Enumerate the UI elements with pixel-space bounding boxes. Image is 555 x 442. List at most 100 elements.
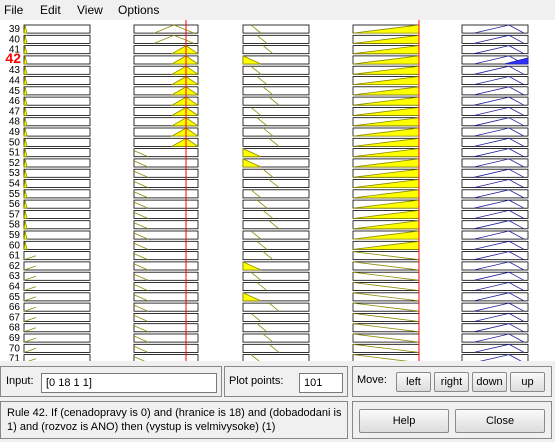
rule-cell xyxy=(461,282,529,292)
rule-cell xyxy=(133,302,199,312)
rule-cell xyxy=(461,240,529,250)
rule-cell xyxy=(23,302,91,312)
rule-cell xyxy=(133,209,199,219)
rule-cell xyxy=(23,333,91,343)
rule-cell xyxy=(133,271,199,281)
rule-cell xyxy=(461,179,529,189)
rule-cell xyxy=(242,137,310,147)
rule-cell xyxy=(242,179,310,189)
close-button[interactable]: Close xyxy=(455,409,545,433)
rule-cell xyxy=(461,220,529,230)
move-right-button[interactable]: right xyxy=(434,372,469,392)
rule-number: 71 xyxy=(9,354,21,361)
rule-cell xyxy=(23,220,91,230)
move-down-button[interactable]: down xyxy=(472,372,507,392)
rule-cell xyxy=(23,158,91,168)
rule-cell xyxy=(133,199,199,209)
rule-cell xyxy=(133,292,199,302)
plot-points-label: Plot points: xyxy=(229,375,284,387)
rule-cell xyxy=(23,96,91,106)
rule-cell xyxy=(23,271,91,281)
input-label: Input: xyxy=(6,375,34,387)
rule-cell xyxy=(242,209,310,219)
rule-cell xyxy=(461,96,529,106)
rule-cell xyxy=(23,137,91,147)
rule-cell xyxy=(242,220,310,230)
input-panel: Input: [0 18 1 1] xyxy=(0,366,222,397)
rule-cell xyxy=(461,148,529,158)
buttons-panel: Help Close xyxy=(352,401,552,439)
rule-cell xyxy=(23,86,91,96)
rule-cell xyxy=(23,148,91,158)
rule-cell xyxy=(133,179,199,189)
rule-cell xyxy=(23,65,91,75)
rule-cell xyxy=(461,199,529,209)
plot-points-panel: Plot points: 101 xyxy=(224,366,348,397)
rule-cell xyxy=(242,354,310,361)
rule-cell xyxy=(23,251,91,261)
rule-plots: 3940414243444546474849505152535455565758… xyxy=(5,20,529,361)
rule-cell xyxy=(461,86,529,96)
rule-cell xyxy=(23,117,91,127)
rule-cell xyxy=(461,209,529,219)
rule-cell xyxy=(133,282,199,292)
rule-cell xyxy=(133,354,199,361)
rule-cell xyxy=(23,209,91,219)
rule-viewer-plot-area: 39 40 41 42 43 44 45 46 47 48 49 50 51 52 53 54 55 56 57 58… xyxy=(0,20,555,361)
rule-cell xyxy=(133,333,199,343)
rule-cell xyxy=(133,323,199,333)
move-left-button[interactable]: left xyxy=(396,372,431,392)
rule-cell xyxy=(23,24,91,34)
rule-cell xyxy=(133,168,199,178)
rule-cell xyxy=(242,282,310,292)
rule-cell xyxy=(242,240,310,250)
rule-cell xyxy=(461,137,529,147)
menu-edit[interactable]: Edit xyxy=(40,3,61,17)
rule-cell xyxy=(23,282,91,292)
rule-cell xyxy=(23,55,91,65)
rule-cell xyxy=(242,333,310,343)
menu-options[interactable]: Options xyxy=(118,3,159,17)
rule-cell xyxy=(461,251,529,261)
rule-cell xyxy=(461,45,529,55)
rule-cell xyxy=(242,168,310,178)
rule-cell xyxy=(461,292,529,302)
status-panel: Rule 42. If (cenadopravy is 0) and (hran… xyxy=(0,401,348,439)
rule-cell xyxy=(23,323,91,333)
rule-cell xyxy=(23,179,91,189)
move-up-button[interactable]: up xyxy=(510,372,545,392)
plot-points-field[interactable]: 101 xyxy=(299,373,343,393)
rule-cell xyxy=(242,127,310,137)
input-field[interactable]: [0 18 1 1] xyxy=(41,373,217,393)
rule-cell xyxy=(461,65,529,75)
rule-cell xyxy=(461,117,529,127)
rule-cell xyxy=(23,34,91,44)
rule-cell xyxy=(242,45,310,55)
rule-cell xyxy=(23,45,91,55)
rule-cell xyxy=(23,230,91,240)
rule-cell xyxy=(133,343,199,353)
menu-view[interactable]: View xyxy=(77,3,103,17)
rule-cell xyxy=(133,220,199,230)
rule-cell xyxy=(133,312,199,322)
rule-cell xyxy=(461,189,529,199)
rule-cell xyxy=(461,107,529,116)
menu-file[interactable]: File xyxy=(4,3,23,17)
rule-cell xyxy=(461,34,529,44)
menu-bar: File Edit View Options xyxy=(0,0,555,20)
rule-cell xyxy=(23,189,91,199)
help-button[interactable]: Help xyxy=(359,409,449,433)
rule-cell xyxy=(242,251,310,261)
rule-cell xyxy=(133,158,199,168)
rule-cell xyxy=(461,261,529,271)
rule-cell xyxy=(133,24,199,34)
rule-cell xyxy=(461,333,529,343)
rule-cell xyxy=(133,148,199,158)
rule-status-text: Rule 42. If (cenadopravy is 0) and (hran… xyxy=(7,407,342,433)
rule-cell xyxy=(242,76,310,86)
rule-number: 42 xyxy=(5,50,21,66)
rule-cell xyxy=(133,240,199,250)
rule-cell xyxy=(242,323,310,333)
rule-cell xyxy=(133,261,199,271)
rule-cell xyxy=(242,117,310,127)
